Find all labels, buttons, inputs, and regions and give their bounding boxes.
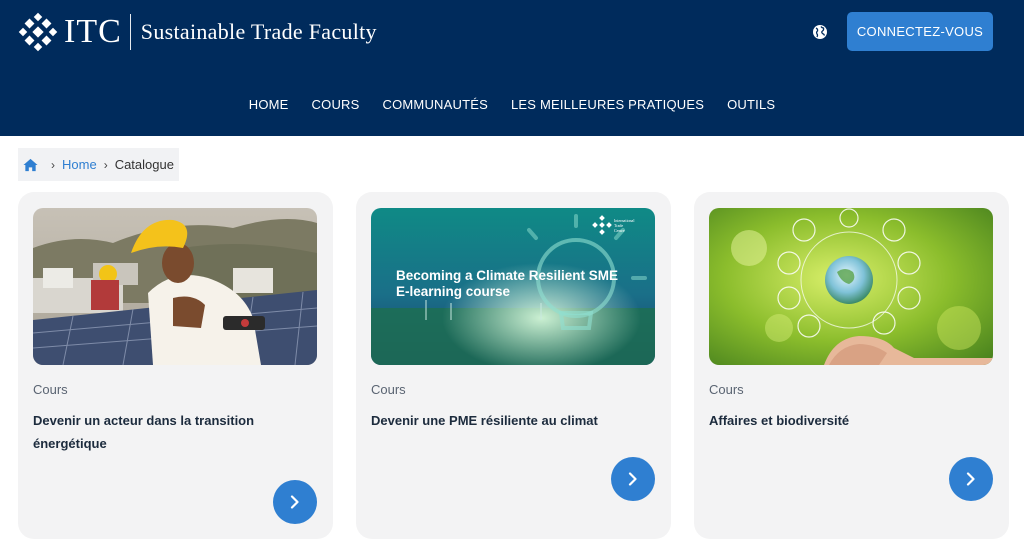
course-card[interactable]: Becoming a Climate Resilient SME E-learn… <box>356 192 671 539</box>
logo-text: ITC <box>64 13 122 50</box>
course-image[interactable] <box>709 208 993 365</box>
open-course-button[interactable] <box>949 457 993 501</box>
climate-banner-image: Becoming a Climate Resilient SME E-learn… <box>371 208 655 365</box>
open-course-button[interactable] <box>273 480 317 524</box>
nav-item-outils[interactable]: OUTILS <box>716 96 787 114</box>
course-type-label: Cours <box>709 382 744 397</box>
chevron-right-icon: › <box>51 157 55 172</box>
open-course-button[interactable] <box>611 457 655 501</box>
breadcrumb-home-link[interactable]: Home <box>62 157 97 172</box>
biodiversity-image <box>709 208 993 365</box>
nav-item-meilleures-pratiques[interactable]: LES MEILLEURES PRATIQUES <box>499 96 715 114</box>
course-title[interactable]: Affaires et biodiversité <box>709 409 959 432</box>
course-type-label: Cours <box>33 382 68 397</box>
nav-item-cours[interactable]: COURS <box>300 96 371 114</box>
breadcrumb: › Home › Catalogue <box>18 148 179 181</box>
breadcrumb-current: Catalogue <box>114 157 174 172</box>
chevron-right-icon <box>290 495 299 509</box>
main-nav: HOME COURS COMMUNAUTÉS LES MEILLEURES PR… <box>0 96 1024 114</box>
course-card[interactable]: Cours Affaires et biodiversité <box>694 192 1009 539</box>
nav-item-communautes[interactable]: COMMUNAUTÉS <box>371 96 499 114</box>
solar-panel-image <box>33 208 317 365</box>
nav-item-home[interactable]: HOME <box>237 96 300 114</box>
banner-title-line1: Becoming a Climate Resilient SME <box>396 268 618 283</box>
home-icon[interactable] <box>23 158 38 172</box>
course-image[interactable] <box>33 208 317 365</box>
course-card[interactable]: Cours Devenir un acteur dans la transiti… <box>18 192 333 539</box>
login-button[interactable]: CONNECTEZ-VOUS <box>847 12 993 51</box>
course-image[interactable]: Becoming a Climate Resilient SME E-learn… <box>371 208 655 365</box>
site-header: ITC Sustainable Trade Faculty CONNECTEZ-… <box>0 0 1024 136</box>
banner-title-line2: E-learning course <box>396 284 511 299</box>
chevron-right-icon: › <box>103 157 108 172</box>
itc-logo-mark-icon <box>18 12 58 52</box>
chevron-right-icon <box>628 472 637 486</box>
logo-divider <box>129 14 131 50</box>
course-title[interactable]: Devenir une PME résiliente au climat <box>371 409 621 432</box>
chevron-right-icon <box>966 472 975 486</box>
itc-logo[interactable]: ITC Sustainable Trade Faculty <box>18 10 377 54</box>
course-title[interactable]: Devenir un acteur dans la transition éne… <box>33 409 283 455</box>
course-type-label: Cours <box>371 382 406 397</box>
globe-icon[interactable] <box>812 24 828 40</box>
svg-text:Centre: Centre <box>614 228 625 233</box>
logo-subtitle: Sustainable Trade Faculty <box>140 19 377 44</box>
